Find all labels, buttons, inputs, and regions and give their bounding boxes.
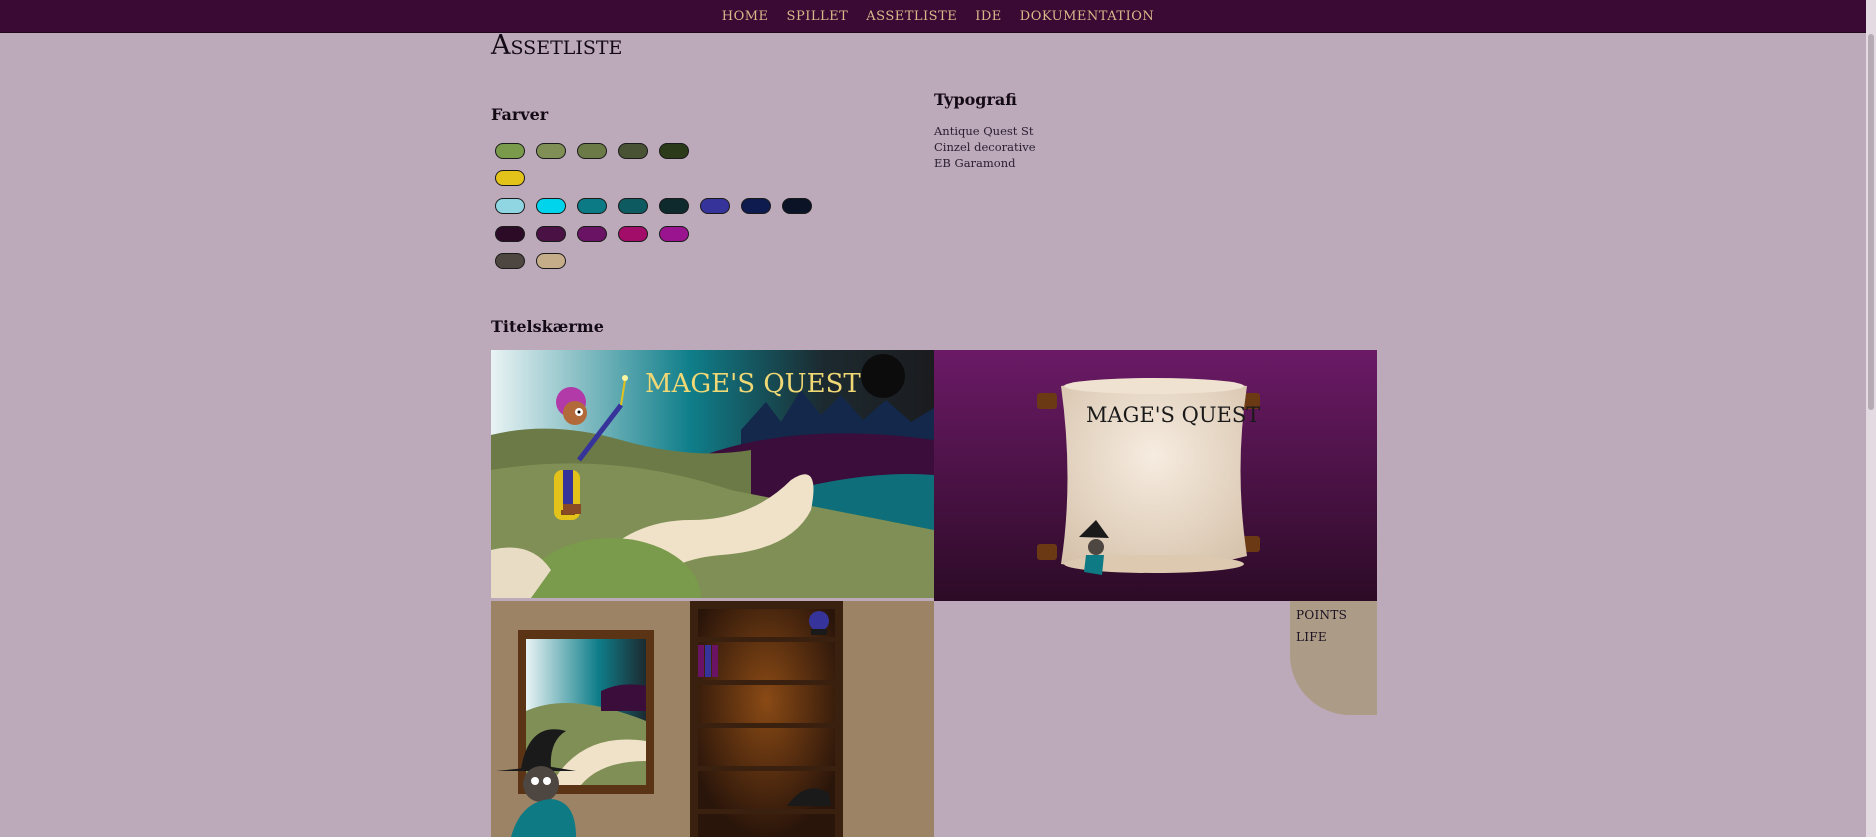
crystal-ball [809, 611, 829, 631]
page-scrollbar[interactable] [1866, 0, 1876, 837]
nav-link-assetliste[interactable]: ASSETLISTE [866, 9, 957, 24]
title-screen-scroll: MAGE'S QUEST [934, 350, 1377, 601]
color-swatch [495, 143, 525, 159]
swatch-row-yellow [495, 170, 525, 186]
font-list: Antique Quest St Cinzel decorative EB Ga… [934, 123, 1036, 171]
game-logo-text: MAGE'S QUEST [645, 369, 861, 399]
nav-link-dokumentation[interactable]: DOKUMENTATION [1020, 9, 1154, 24]
nav-link-spillet[interactable]: SPILLET [787, 9, 849, 24]
scrollbar-thumb[interactable] [1868, 34, 1874, 410]
color-swatch [577, 198, 607, 214]
color-swatch [659, 198, 689, 214]
swatch-row-blues [495, 198, 812, 214]
top-navbar: HOME SPILLET ASSETLISTE IDE DOKUMENTATIO… [0, 0, 1876, 33]
nav-link-home[interactable]: HOME [722, 9, 769, 24]
swatch-row-purples [495, 226, 689, 242]
game-logo-text: MAGE'S QUEST [1086, 403, 1260, 427]
title-screen-landscape: MAGE'S QUEST [491, 350, 934, 598]
color-swatch [577, 143, 607, 159]
font-item: Cinzel decorative [934, 140, 1036, 154]
color-swatch [659, 143, 689, 159]
life-label: LIFE [1296, 630, 1327, 644]
font-item: EB Garamond [934, 156, 1016, 170]
color-swatch [618, 143, 648, 159]
typography-heading: Typografi [934, 90, 1017, 109]
color-swatch [618, 226, 648, 242]
swatch-row-greens [495, 143, 689, 159]
points-label: POINTS [1296, 608, 1348, 622]
color-swatch [536, 198, 566, 214]
color-swatch [741, 198, 771, 214]
color-swatch [700, 198, 730, 214]
color-swatch [536, 226, 566, 242]
color-swatch [536, 143, 566, 159]
color-swatch [495, 253, 525, 269]
title-screens-heading: Titelskærme [491, 317, 604, 336]
room-illustration [491, 601, 934, 837]
landscape-illustration: MAGE'S QUEST [491, 350, 934, 598]
page-title: Assetliste [491, 30, 623, 61]
font-item: Antique Quest St [934, 124, 1034, 138]
color-swatch [577, 226, 607, 242]
color-swatch [782, 198, 812, 214]
nav-link-ide[interactable]: IDE [975, 9, 1002, 24]
swatch-row-neutrals [495, 253, 566, 269]
color-swatch [618, 198, 648, 214]
colors-heading: Farver [491, 105, 549, 124]
title-screen-room [491, 601, 934, 837]
color-swatch [659, 226, 689, 242]
color-swatch [495, 226, 525, 242]
color-swatch [495, 170, 525, 186]
scroll-illustration: MAGE'S QUEST [934, 350, 1377, 601]
color-swatch [495, 198, 525, 214]
mage-face [563, 401, 587, 425]
color-swatch [536, 253, 566, 269]
